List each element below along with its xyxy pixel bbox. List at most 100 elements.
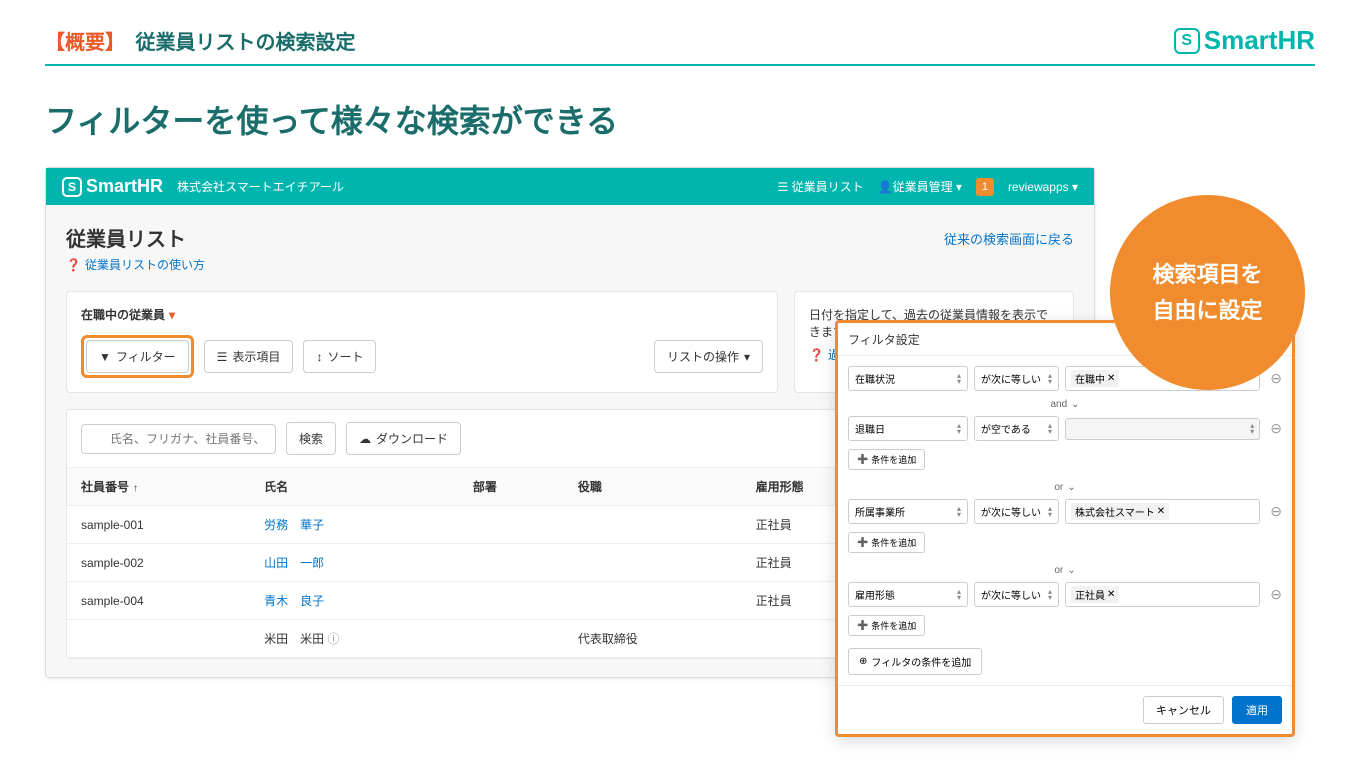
filter-op-select[interactable]: が次に等しい▴▾ [974,499,1059,524]
slide-tag: 【概要】 [45,32,125,54]
filter-field-select[interactable]: 雇用形態▴▾ [848,582,968,607]
list-ops-button[interactable]: リストの操作 ▾ [654,340,763,373]
filter-tag: 株式会社スマート ✕ [1071,503,1169,520]
employee-name-link[interactable]: 青木 良子 [264,594,324,608]
cancel-button[interactable]: キャンセル [1143,696,1224,724]
filter-value-input[interactable]: 正社員 ✕ [1065,582,1260,607]
plus-icon: ➕ [857,537,868,548]
filter-tag: 正社員 ✕ [1071,586,1119,603]
download-button[interactable]: ☁ ダウンロード [346,422,461,455]
app-topbar: S SmartHR 株式会社スマートエイチアール ☰ 従業員リスト 👤従業員管理… [46,168,1094,205]
help-icon: ❓ [809,348,824,362]
filter-value-disabled: ▴▾ [1065,418,1260,440]
notif-badge[interactable]: 1 [976,178,994,196]
sort-button[interactable]: ↕ ソート [303,340,376,373]
callout-circle: 検索項目を 自由に設定 [1110,195,1305,390]
filter-condition-row: 所属事業所▴▾ が次に等しい▴▾ 株式会社スマート ✕ ⊖ [848,499,1282,524]
filter-field-select[interactable]: 在職状況▴▾ [848,366,968,391]
cell-role [564,582,742,620]
cell-name: 青木 良子 [250,582,459,620]
tag-remove-icon[interactable]: ✕ [1107,589,1115,600]
cell-role [564,544,742,582]
app-brand-icon: S [62,177,82,197]
filter-op-select[interactable]: が次に等しい▴▾ [974,366,1059,391]
filter-button-highlight: ▼ フィルター [81,335,194,378]
cell-dept [459,506,564,544]
nav-employee-list[interactable]: ☰ 従業員リスト [778,178,864,195]
cell-dept [459,544,564,582]
app-brand[interactable]: S SmartHR [62,176,163,197]
chevron-down-icon: ⌄ [1067,565,1075,576]
cell-id: sample-004 [67,582,250,620]
chevron-down-icon: ⌄ [1067,482,1075,493]
chevron-down-icon: ⌄ [1071,399,1079,410]
delete-condition-icon[interactable]: ⊖ [1270,420,1282,437]
filter-connector[interactable]: or ⌄ [848,565,1282,576]
cell-id: sample-001 [67,506,250,544]
filter-button[interactable]: ▼ フィルター [86,340,189,373]
filter-panel: 在職中の従業員 ▾ ▼ フィルター ☰ 表示項目 [66,291,778,393]
add-condition-button[interactable]: ➕ 条件を追加 [848,532,925,553]
plus-icon: ➕ [857,454,868,465]
caret-down-icon: ▾ [169,308,175,322]
filter-connector[interactable]: and ⌄ [848,399,1282,410]
return-link[interactable]: 従来の検索画面に戻る [944,229,1074,248]
employee-name: 米田 米田 [264,632,324,646]
filter-connector[interactable]: or ⌄ [848,482,1282,493]
cell-id [67,620,250,658]
tag-remove-icon[interactable]: ✕ [1157,506,1165,517]
slide-subtitle: 従業員リストの検索設定 [135,32,355,54]
delete-condition-icon[interactable]: ⊖ [1270,370,1282,387]
filter-field-select[interactable]: 所属事業所▴▾ [848,499,968,524]
plus-circle-icon: ⊕ [859,656,867,667]
filter-field-select[interactable]: 退職日▴▾ [848,416,968,441]
cell-name: 労務 華子 [250,506,459,544]
company-name: 株式会社スマートエイチアール [177,178,344,195]
cell-dept [459,620,564,658]
cell-dept [459,582,564,620]
plus-icon: ➕ [857,620,868,631]
nav-employee-manage[interactable]: 👤従業員管理 ▾ [878,178,962,195]
filter-condition-row: 雇用形態▴▾ が次に等しい▴▾ 正社員 ✕ ⊖ [848,582,1282,607]
filter-tag: 在職中 ✕ [1071,370,1119,387]
search-button[interactable]: 検索 [286,422,336,455]
add-condition-button[interactable]: ➕ 条件を追加 [848,449,925,470]
add-condition-button[interactable]: ➕ 条件を追加 [848,615,925,636]
nav-user-menu[interactable]: reviewapps ▾ [1008,180,1078,194]
th-id[interactable]: 社員番号↑ [67,468,250,506]
headline: フィルターを使って様々な検索ができる [45,96,1315,142]
filter-op-select[interactable]: が次に等しい▴▾ [974,582,1059,607]
th-role[interactable]: 役職 [564,468,742,506]
tag-remove-icon[interactable]: ✕ [1107,373,1115,384]
delete-condition-icon[interactable]: ⊖ [1270,586,1282,603]
filter-value-input[interactable]: 株式会社スマート ✕ [1065,499,1260,524]
filter-condition-row: 退職日▴▾ が空である▴▾ ▴▾ ⊖ [848,416,1282,441]
filter-icon: ▼ [99,350,111,364]
th-name[interactable]: 氏名 [250,468,459,506]
delete-condition-icon[interactable]: ⊖ [1270,503,1282,520]
cell-id: sample-002 [67,544,250,582]
filter-popup-title: フィルタ設定 [848,331,920,348]
cell-name: 米田 米田 ⓘ [250,620,459,658]
download-icon: ☁ [359,432,371,446]
brand-logo: S SmartHR [1174,25,1315,56]
scope-dropdown[interactable]: 在職中の従業員 ▾ [81,306,763,323]
columns-icon: ☰ [217,350,228,364]
cell-name: 山田 一郎 [250,544,459,582]
columns-button[interactable]: ☰ 表示項目 [204,340,294,373]
info-icon[interactable]: ⓘ [328,632,340,646]
employee-name-link[interactable]: 山田 一郎 [264,556,324,570]
add-filter-button[interactable]: ⊕ フィルタの条件を追加 [848,648,982,675]
cell-role: 代表取締役 [564,620,742,658]
caret-down-icon: ▾ [744,350,750,364]
page-title: 従業員リスト [66,223,205,252]
apply-button[interactable]: 適用 [1232,696,1282,724]
filter-op-select[interactable]: が空である▴▾ [974,416,1059,441]
employee-name-link[interactable]: 労務 華子 [264,518,324,532]
help-icon: ❓ [66,258,81,272]
search-input[interactable] [81,424,276,454]
th-dept[interactable]: 部署 [459,468,564,506]
page-help-link[interactable]: ❓ 従業員リストの使い方 [66,256,205,273]
cell-role [564,506,742,544]
sort-icon: ↕ [316,350,322,364]
